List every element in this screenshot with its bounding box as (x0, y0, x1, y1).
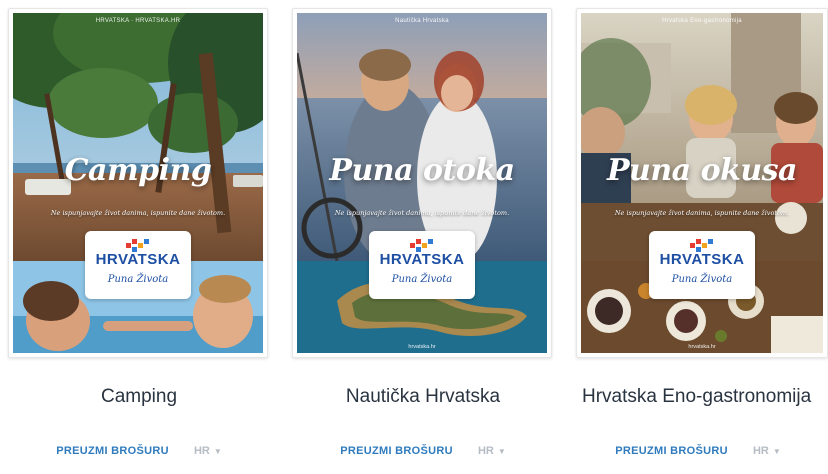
language-value: HR (193, 445, 210, 457)
brochure-cover-frame[interactable]: Hrvatska Eno-gastronomija Puna okusa Ne … (576, 8, 828, 358)
brochure-cover-frame[interactable]: HRVATSKA · HRVATSKA.HR Camping Ne ispunj… (8, 8, 268, 358)
brochure-title: Camping (100, 386, 178, 407)
brochure-actions: PREUZMI BROŠURU HR ▼ (292, 445, 554, 457)
cover-photo-dining: Hrvatska Eno-gastronomija Puna okusa Ne … (581, 13, 823, 261)
brochure-title: Hrvatska Eno-gastronomija (582, 386, 812, 407)
cover-headline: Camping (64, 153, 212, 188)
download-brochure-link[interactable]: PREUZMI BROŠURU (615, 445, 728, 457)
download-brochure-link[interactable]: PREUZMI BROŠURU (56, 445, 169, 457)
language-value: HR (752, 445, 769, 457)
download-brochure-link[interactable]: PREUZMI BROŠURU (340, 445, 453, 457)
hrvatska-logo: HRVATSKA Puna Života (649, 231, 755, 299)
cover-photo-forest: HRVATSKA · HRVATSKA.HR Camping Ne ispunj… (13, 13, 263, 261)
brochure-cover[interactable]: HRVATSKA · HRVATSKA.HR Camping Ne ispunj… (13, 13, 263, 353)
cover-subline: Ne ispunjavajte život danima, ispunite d… (50, 209, 226, 217)
logo-tagline: Puna Života (391, 274, 453, 285)
cover-headline: Puna otoka (329, 153, 515, 188)
logo-tagline: Puna Života (671, 274, 733, 285)
cover-headline: Puna okusa (607, 153, 798, 188)
logo-word: HRVATSKA (95, 251, 181, 268)
cover-subline: Ne ispunjavajte život danima, ispunite d… (614, 209, 790, 217)
cover-top-text: Nautička Hrvatska (395, 18, 449, 24)
chevron-down-icon: ▼ (772, 447, 781, 456)
language-dropdown[interactable]: HR ▼ (478, 445, 506, 457)
cover-top-text: HRVATSKA · HRVATSKA.HR (95, 18, 181, 24)
brochure-card-nauticka: Nautička Hrvatska Puna otoka Ne ispunjav… (292, 8, 554, 474)
chevron-down-icon: ▼ (213, 447, 222, 456)
logo-tagline: Puna Života (107, 274, 169, 285)
brochure-actions: PREUZMI BROŠURU HR ▼ (8, 445, 270, 457)
logo-word: HRVATSKA (659, 251, 745, 268)
cover-footer: hrvatska.hr (688, 344, 716, 350)
language-dropdown[interactable]: HR ▼ (194, 445, 222, 457)
cover-subline: Ne ispunjavajte život danima, ispunite d… (334, 209, 510, 217)
cover-footer: hrvatska.hr (408, 344, 436, 350)
cover-top-text: Hrvatska Eno-gastronomija (662, 18, 742, 24)
chevron-down-icon: ▼ (497, 447, 506, 456)
brochure-card-gastronomija: Hrvatska Eno-gastronomija Puna okusa Ne … (576, 8, 828, 474)
hrvatska-logo: HRVATSKA Puna Života (85, 231, 191, 299)
brochure-cover-frame[interactable]: Nautička Hrvatska Puna otoka Ne ispunjav… (292, 8, 552, 358)
language-value: HR (477, 445, 494, 457)
brochure-cover[interactable]: Hrvatska Eno-gastronomija Puna okusa Ne … (581, 13, 823, 353)
hrvatska-logo: HRVATSKA Puna Života (369, 231, 475, 299)
brochure-cover[interactable]: Nautička Hrvatska Puna otoka Ne ispunjav… (297, 13, 547, 353)
brochure-actions: PREUZMI BROŠURU HR ▼ (572, 445, 824, 457)
cover-photo-couple-boat: Nautička Hrvatska Puna otoka Ne ispunjav… (297, 13, 547, 261)
brochure-card-camping: HRVATSKA · HRVATSKA.HR Camping Ne ispunj… (8, 8, 270, 474)
logo-word: HRVATSKA (379, 251, 465, 268)
brochure-title: Nautička Hrvatska (345, 386, 501, 407)
language-dropdown[interactable]: HR ▼ (753, 445, 781, 457)
